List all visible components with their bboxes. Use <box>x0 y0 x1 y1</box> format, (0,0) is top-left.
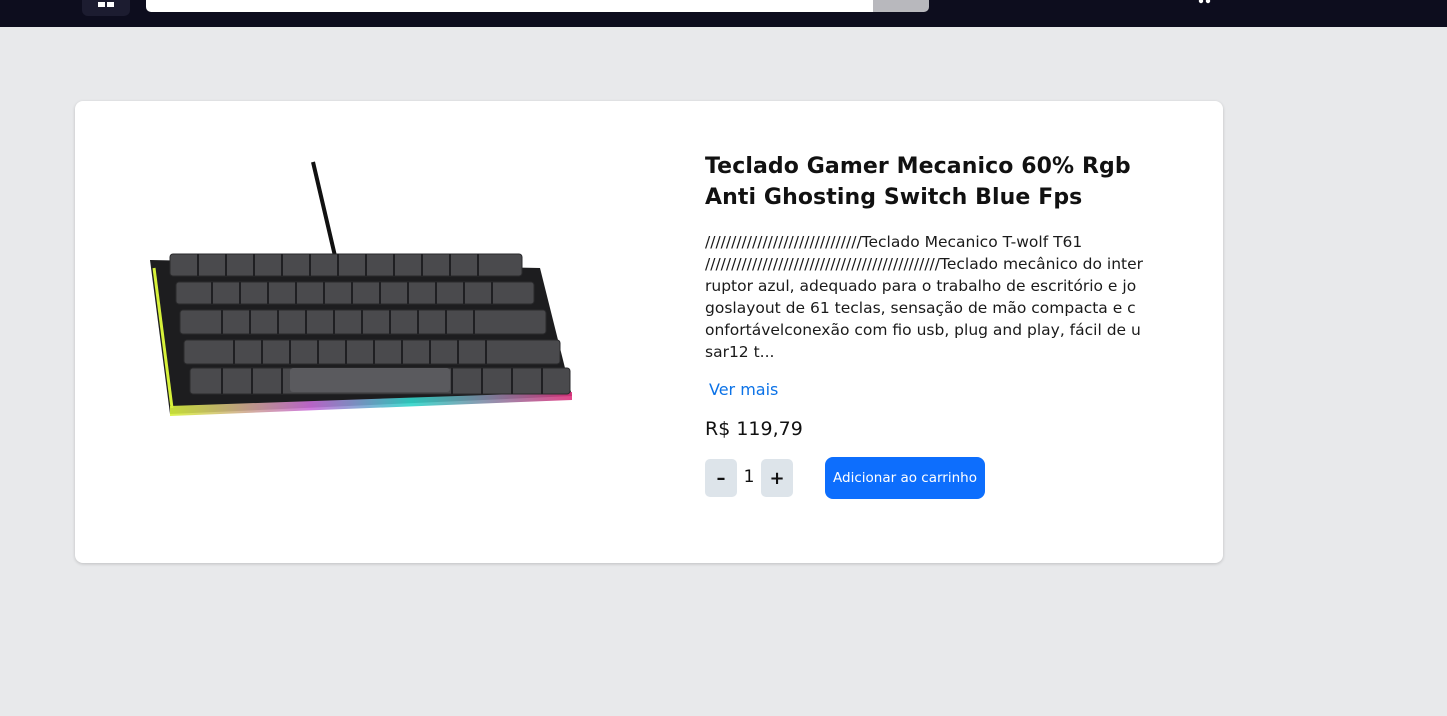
keyboard-image <box>150 161 572 416</box>
menu-button[interactable] <box>82 0 130 16</box>
purchase-controls: – 1 + Adicionar ao carrinho <box>705 457 1145 499</box>
product-info: Teclado Gamer Mecanico 60% Rgb Anti Ghos… <box>705 151 1145 499</box>
decrease-quantity-button[interactable]: – <box>705 459 737 497</box>
see-more-link[interactable]: Ver mais <box>709 380 778 399</box>
product-price: R$ 119,79 <box>705 418 803 440</box>
product-card: Teclado Gamer Mecanico 60% Rgb Anti Ghos… <box>75 101 1223 563</box>
increase-quantity-button[interactable]: + <box>761 459 793 497</box>
grid-icon <box>98 2 105 7</box>
quantity-value: 1 <box>743 467 755 487</box>
grid-icon-square <box>107 2 114 7</box>
search-button[interactable] <box>873 0 929 12</box>
product-description: //////////////////////////////Teclado Me… <box>705 233 1144 361</box>
product-title: Teclado Gamer Mecanico 60% Rgb Anti Ghos… <box>705 154 1131 210</box>
cart-icon[interactable] <box>1196 0 1212 5</box>
search-input[interactable] <box>146 0 874 12</box>
add-to-cart-button[interactable]: Adicionar ao carrinho <box>825 457 985 499</box>
top-navbar <box>0 0 1447 27</box>
